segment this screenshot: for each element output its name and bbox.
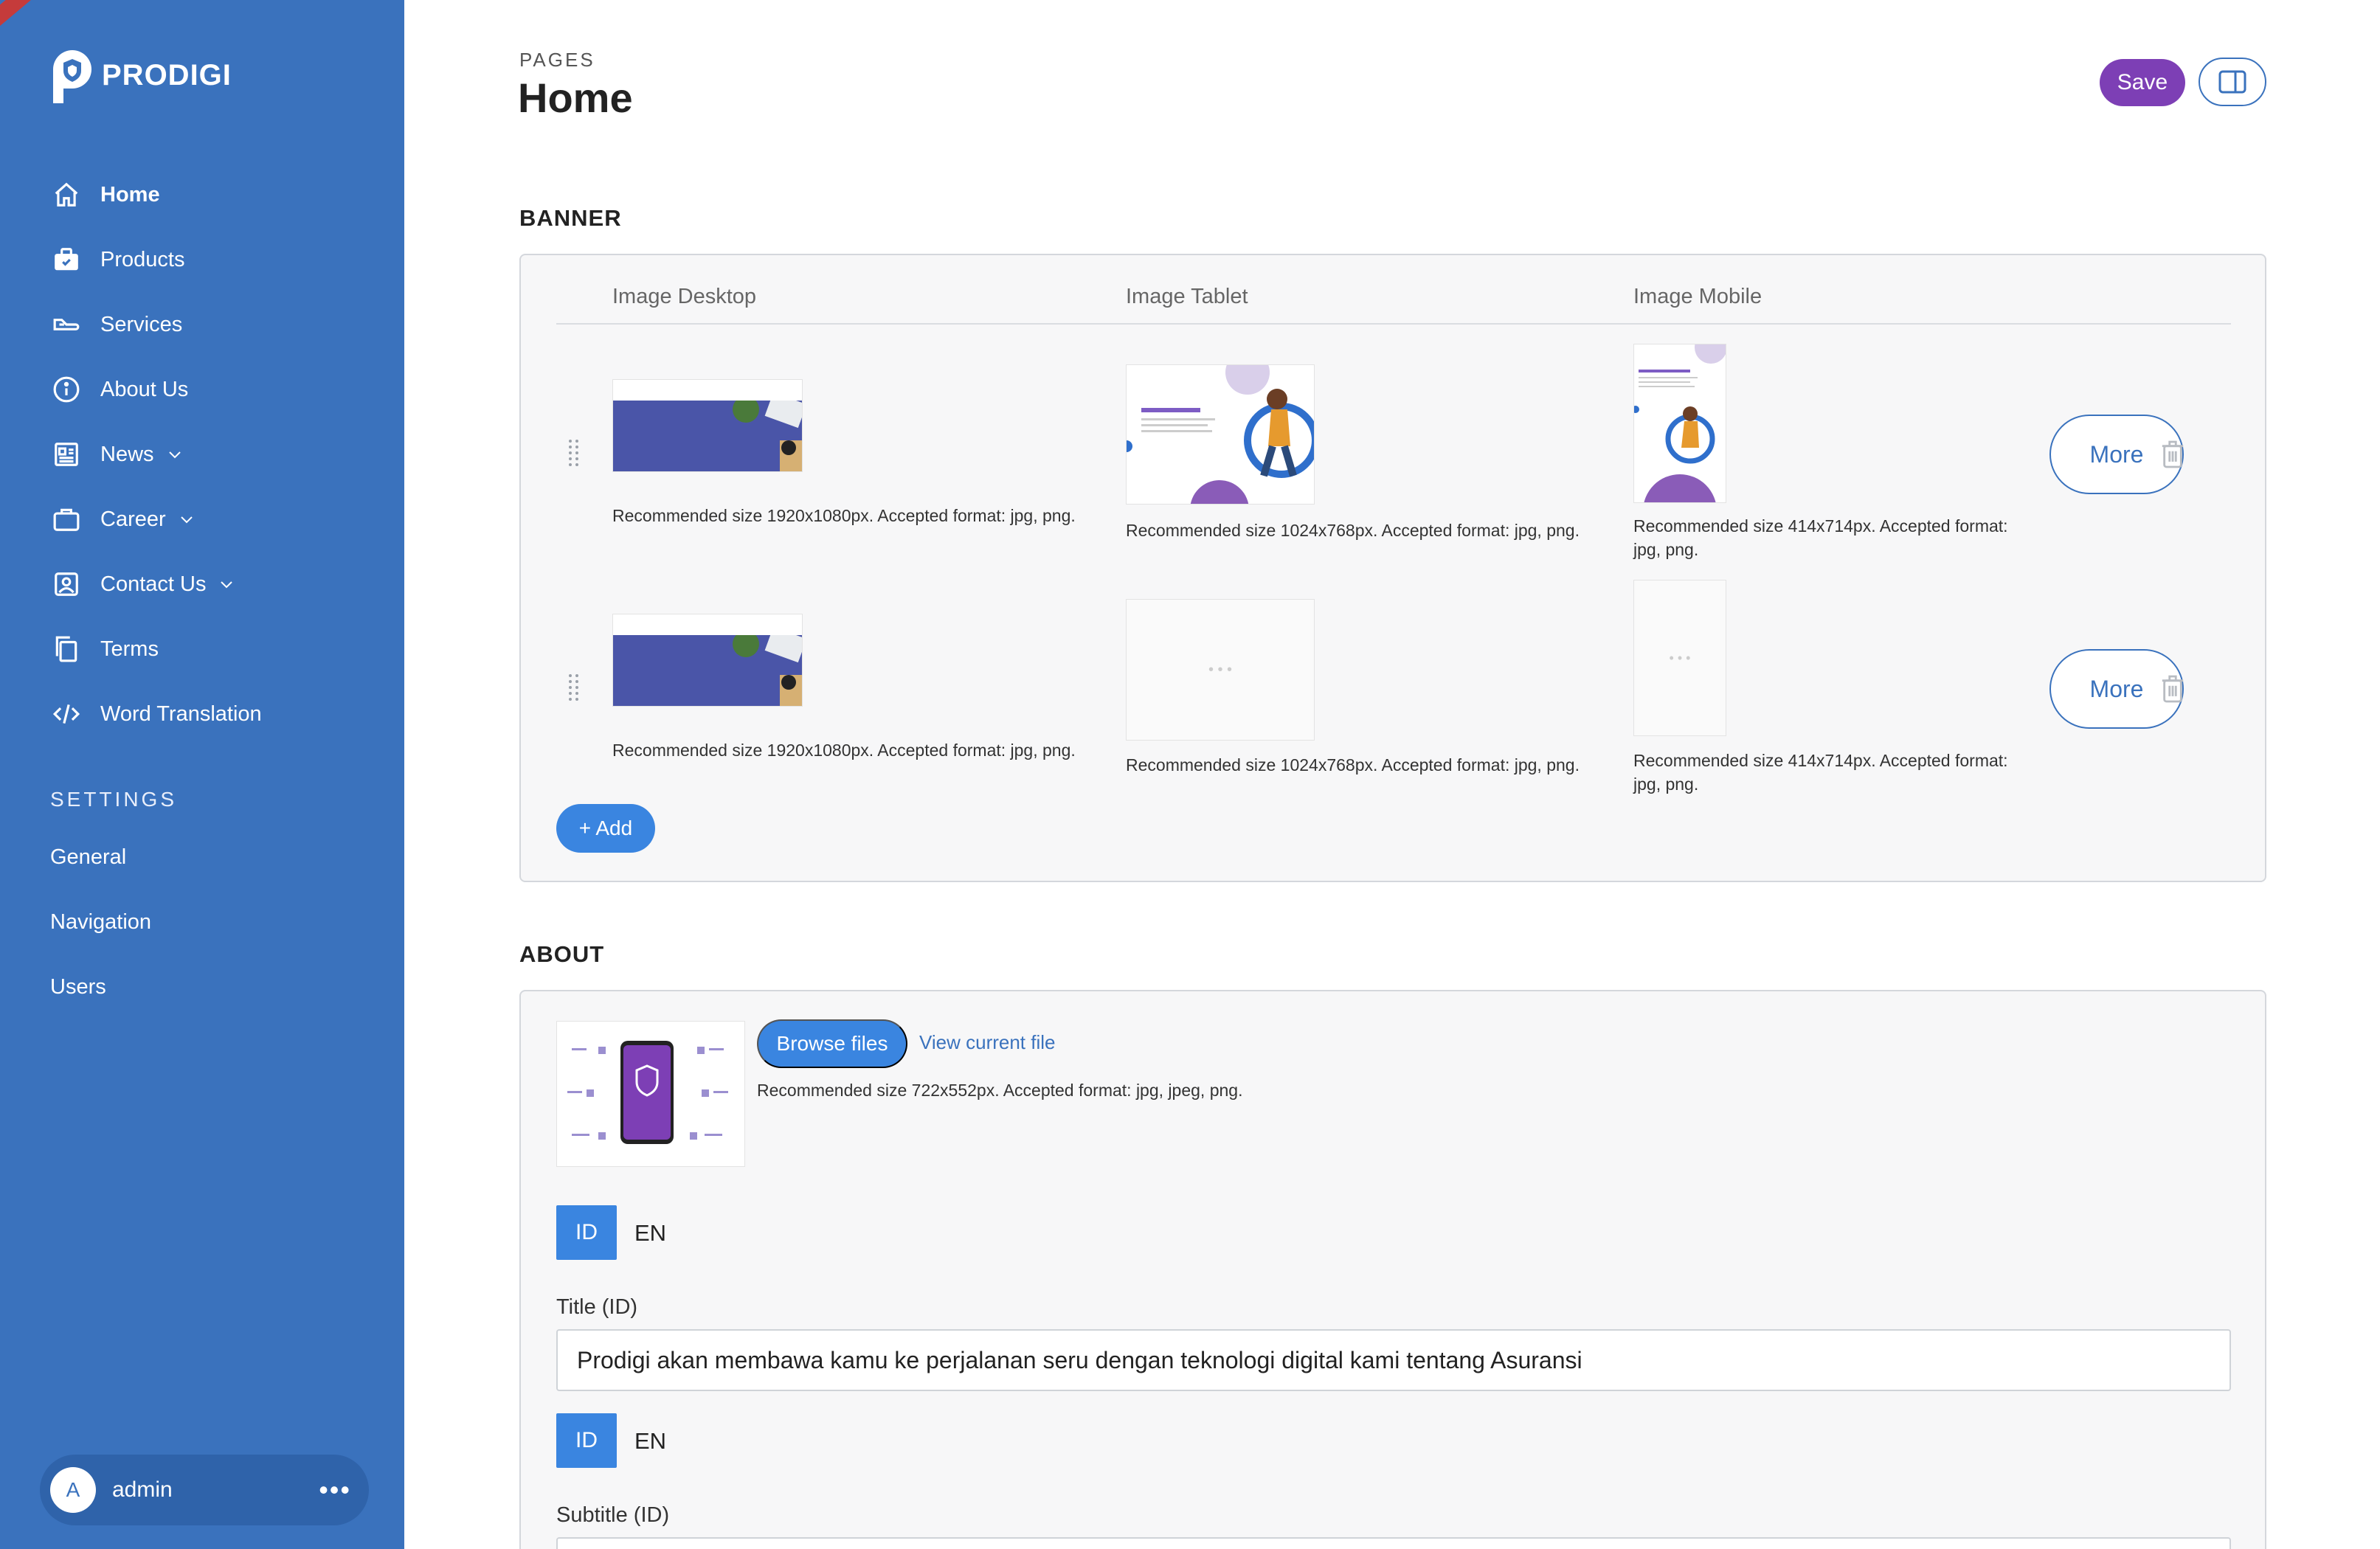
sidebar-item-word-translation[interactable]: Word Translation <box>0 682 404 746</box>
mobile-image-thumbnail[interactable] <box>1633 344 1726 503</box>
sidebar-item-contact-us[interactable]: Contact Us <box>0 552 404 617</box>
column-header-mobile: Image Mobile <box>1633 285 1762 308</box>
sidebar-item-label: Contact Us <box>100 572 207 596</box>
desktop-image-thumbnail[interactable] <box>612 379 803 472</box>
settings-nav: General Navigation Users <box>0 825 404 1019</box>
user-name: admin <box>112 1477 173 1502</box>
breadcrumb[interactable]: PAGES <box>519 49 595 72</box>
desktop-image-thumbnail[interactable] <box>612 614 803 707</box>
tablet-image-hint: Recommended size 1024x768px. Accepted fo… <box>1126 755 1580 774</box>
banner-card <box>519 254 2266 882</box>
sidebar-item-services[interactable]: Services <box>0 292 404 357</box>
sidebar-item-label: Word Translation <box>100 701 262 726</box>
settings-item-users[interactable]: Users <box>0 954 404 1019</box>
subtitle-input[interactable] <box>556 1537 2231 1549</box>
sidebar-panel-icon <box>2218 70 2246 94</box>
desktop-image-hint: Recommended size 1920x1080px. Accepted f… <box>612 506 1076 525</box>
newspaper-icon <box>52 440 81 469</box>
sidebar-item-label: Career <box>100 507 166 531</box>
sidebar-item-label: Home <box>100 182 160 207</box>
env-ribbon <box>0 0 117 42</box>
app-root: PRODIGI Home Products Services About Us … <box>0 0 2380 1549</box>
sidebar-item-label: News <box>100 442 154 466</box>
title-input[interactable]: Prodigi akan membawa kamu ke perjalanan … <box>556 1329 2231 1391</box>
sidebar-nav: Home Products Services About Us News Car… <box>0 162 404 746</box>
home-icon <box>52 180 81 209</box>
brand-name: PRODIGI <box>102 58 232 91</box>
more-options-icon[interactable]: ••• <box>319 1475 351 1505</box>
sidebar-item-label: Terms <box>100 637 159 661</box>
lang-tab-id[interactable]: ID <box>556 1413 617 1468</box>
trash-icon[interactable] <box>2160 440 2185 469</box>
about-image-thumbnail[interactable] <box>556 1021 745 1167</box>
user-menu[interactable]: A admin ••• <box>40 1455 369 1525</box>
page-title: Home <box>518 74 633 121</box>
about-card <box>519 990 2266 1549</box>
sidebar-item-home[interactable]: Home <box>0 162 404 227</box>
lang-tab-id[interactable]: ID <box>556 1205 617 1260</box>
chevron-down-icon <box>168 451 181 459</box>
sidebar-item-products[interactable]: Products <box>0 227 404 292</box>
sidebar-item-terms[interactable]: Terms <box>0 617 404 682</box>
sidebar-item-label: Products <box>100 247 185 271</box>
banner-section-title: BANNER <box>519 205 622 231</box>
subtitle-field-label: Subtitle (ID) <box>556 1503 670 1527</box>
toggle-panel-button[interactable] <box>2199 58 2266 106</box>
drag-handle-icon[interactable] <box>567 673 581 702</box>
add-banner-button[interactable]: + Add <box>556 804 655 853</box>
view-current-file-link[interactable]: View current file <box>919 1031 1056 1054</box>
save-button[interactable]: Save <box>2100 59 2185 106</box>
briefcase-icon <box>52 245 81 274</box>
chevron-down-icon <box>221 581 233 589</box>
column-header-desktop: Image Desktop <box>612 285 757 308</box>
contact-icon <box>52 569 81 599</box>
chevron-down-icon <box>180 516 193 524</box>
lang-tab-en[interactable]: EN <box>634 1220 666 1247</box>
code-icon <box>52 699 81 729</box>
sidebar: PRODIGI Home Products Services About Us … <box>0 0 404 1549</box>
avatar: A <box>50 1467 96 1513</box>
mobile-image-hint: Recommended size 414x714px. Accepted for… <box>1633 751 2008 770</box>
sidebar-item-about-us[interactable]: About Us <box>0 357 404 422</box>
settings-item-navigation[interactable]: Navigation <box>0 890 404 954</box>
mobile-image-hint-cont: jpg, png. <box>1633 540 1699 559</box>
logo-icon <box>53 50 91 103</box>
mobile-image-placeholder[interactable]: • • • <box>1633 580 1726 736</box>
mobile-image-hint: Recommended size 414x714px. Accepted for… <box>1633 516 2008 536</box>
mobile-image-hint-cont: jpg, png. <box>1633 774 1699 794</box>
settings-heading: SETTINGS <box>50 788 178 811</box>
document-icon <box>52 634 81 664</box>
drag-handle-icon[interactable] <box>567 438 581 468</box>
bag-icon <box>52 505 81 534</box>
about-image-hint: Recommended size 722x552px. Accepted for… <box>757 1081 1243 1100</box>
trash-icon[interactable] <box>2160 674 2185 704</box>
tablet-image-placeholder[interactable]: • • • <box>1126 599 1315 741</box>
tablet-image-hint: Recommended size 1024x768px. Accepted fo… <box>1126 521 1580 540</box>
column-header-tablet: Image Tablet <box>1126 285 1248 308</box>
desktop-image-hint: Recommended size 1920x1080px. Accepted f… <box>612 741 1076 760</box>
sidebar-item-news[interactable]: News <box>0 422 404 487</box>
main-content: PAGES Home Save BANNER Image Desktop Ima… <box>404 0 2380 1549</box>
info-icon <box>52 375 81 404</box>
brand-logo[interactable]: PRODIGI <box>49 46 232 105</box>
lang-tab-en[interactable]: EN <box>634 1428 666 1455</box>
header-divider <box>556 323 2231 325</box>
about-section-title: ABOUT <box>519 941 605 967</box>
browse-files-button[interactable]: Browse files <box>757 1019 907 1068</box>
sidebar-item-label: About Us <box>100 377 189 401</box>
services-icon <box>52 310 81 339</box>
sidebar-item-career[interactable]: Career <box>0 487 404 552</box>
tablet-image-thumbnail[interactable] <box>1126 364 1315 505</box>
sidebar-item-label: Services <box>100 312 183 336</box>
title-field-label: Title (ID) <box>556 1295 638 1319</box>
settings-item-general[interactable]: General <box>0 825 404 890</box>
